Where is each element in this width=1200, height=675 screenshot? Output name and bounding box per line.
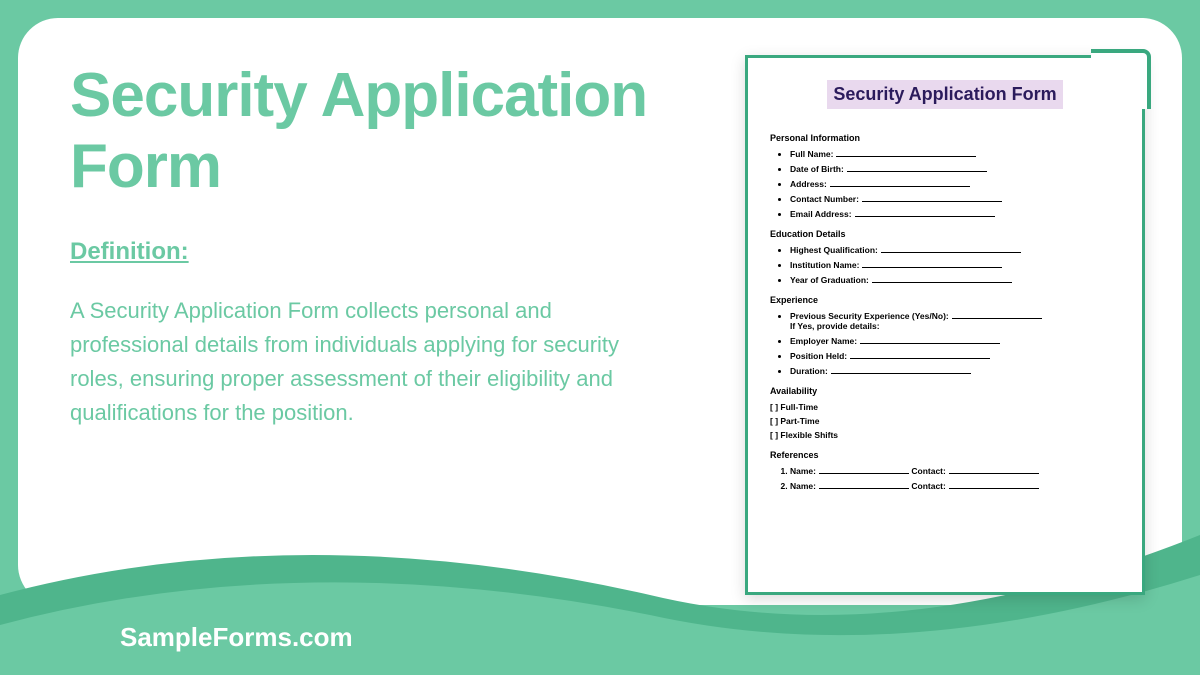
field-prev-exp: Previous Security Experience (Yes/No):If… <box>790 311 1120 331</box>
education-fields: Highest Qualification: Institution Name:… <box>770 245 1120 285</box>
references-list: Name: Contact: Name: Contact: <box>770 466 1120 491</box>
form-preview: Security Application Form Personal Infor… <box>745 55 1145 595</box>
avail-full-time: [ ] Full-Time <box>770 402 1120 412</box>
reference-1: Name: Contact: <box>790 466 1120 476</box>
corner-fold-icon <box>1091 49 1151 109</box>
field-email: Email Address: <box>790 209 1120 219</box>
definition-label: Definition: <box>70 238 690 266</box>
field-contact: Contact Number: <box>790 194 1120 204</box>
field-dob: Date of Birth: <box>790 164 1120 174</box>
section-references-heading: References <box>770 450 1120 460</box>
field-address: Address: <box>790 179 1120 189</box>
field-duration: Duration: <box>790 366 1120 376</box>
field-grad-year: Year of Graduation: <box>790 275 1120 285</box>
form-preview-title: Security Application Form <box>827 80 1062 109</box>
avail-part-time: [ ] Part-Time <box>770 416 1120 426</box>
field-position: Position Held: <box>790 351 1120 361</box>
field-employer: Employer Name: <box>790 336 1120 346</box>
field-qualification: Highest Qualification: <box>790 245 1120 255</box>
page-title: Security Application Form <box>70 60 690 203</box>
section-personal-heading: Personal Information <box>770 133 1120 143</box>
form-preview-container: Security Application Form Personal Infor… <box>745 55 1145 595</box>
field-institution: Institution Name: <box>790 260 1120 270</box>
definition-text: A Security Application Form collects per… <box>70 294 630 430</box>
reference-2: Name: Contact: <box>790 481 1120 491</box>
field-full-name: Full Name: <box>790 149 1120 159</box>
section-experience-heading: Experience <box>770 295 1120 305</box>
section-education-heading: Education Details <box>770 229 1120 239</box>
personal-fields: Full Name: Date of Birth: Address: Conta… <box>770 149 1120 219</box>
content-left: Security Application Form Definition: A … <box>70 60 690 430</box>
footer-brand: SampleForms.com <box>120 622 353 653</box>
avail-flexible: [ ] Flexible Shifts <box>770 430 1120 440</box>
experience-fields: Previous Security Experience (Yes/No):If… <box>770 311 1120 376</box>
section-availability-heading: Availability <box>770 386 1120 396</box>
